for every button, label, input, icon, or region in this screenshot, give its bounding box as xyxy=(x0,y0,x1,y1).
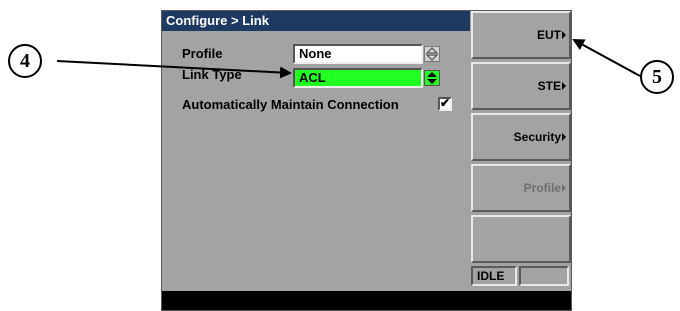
callout-4: 4 xyxy=(8,44,42,78)
callout-5-arrow xyxy=(572,39,641,77)
callout-5: 5 xyxy=(640,60,674,94)
callout-4-arrow xyxy=(56,60,292,79)
callout-arrows xyxy=(56,39,641,79)
